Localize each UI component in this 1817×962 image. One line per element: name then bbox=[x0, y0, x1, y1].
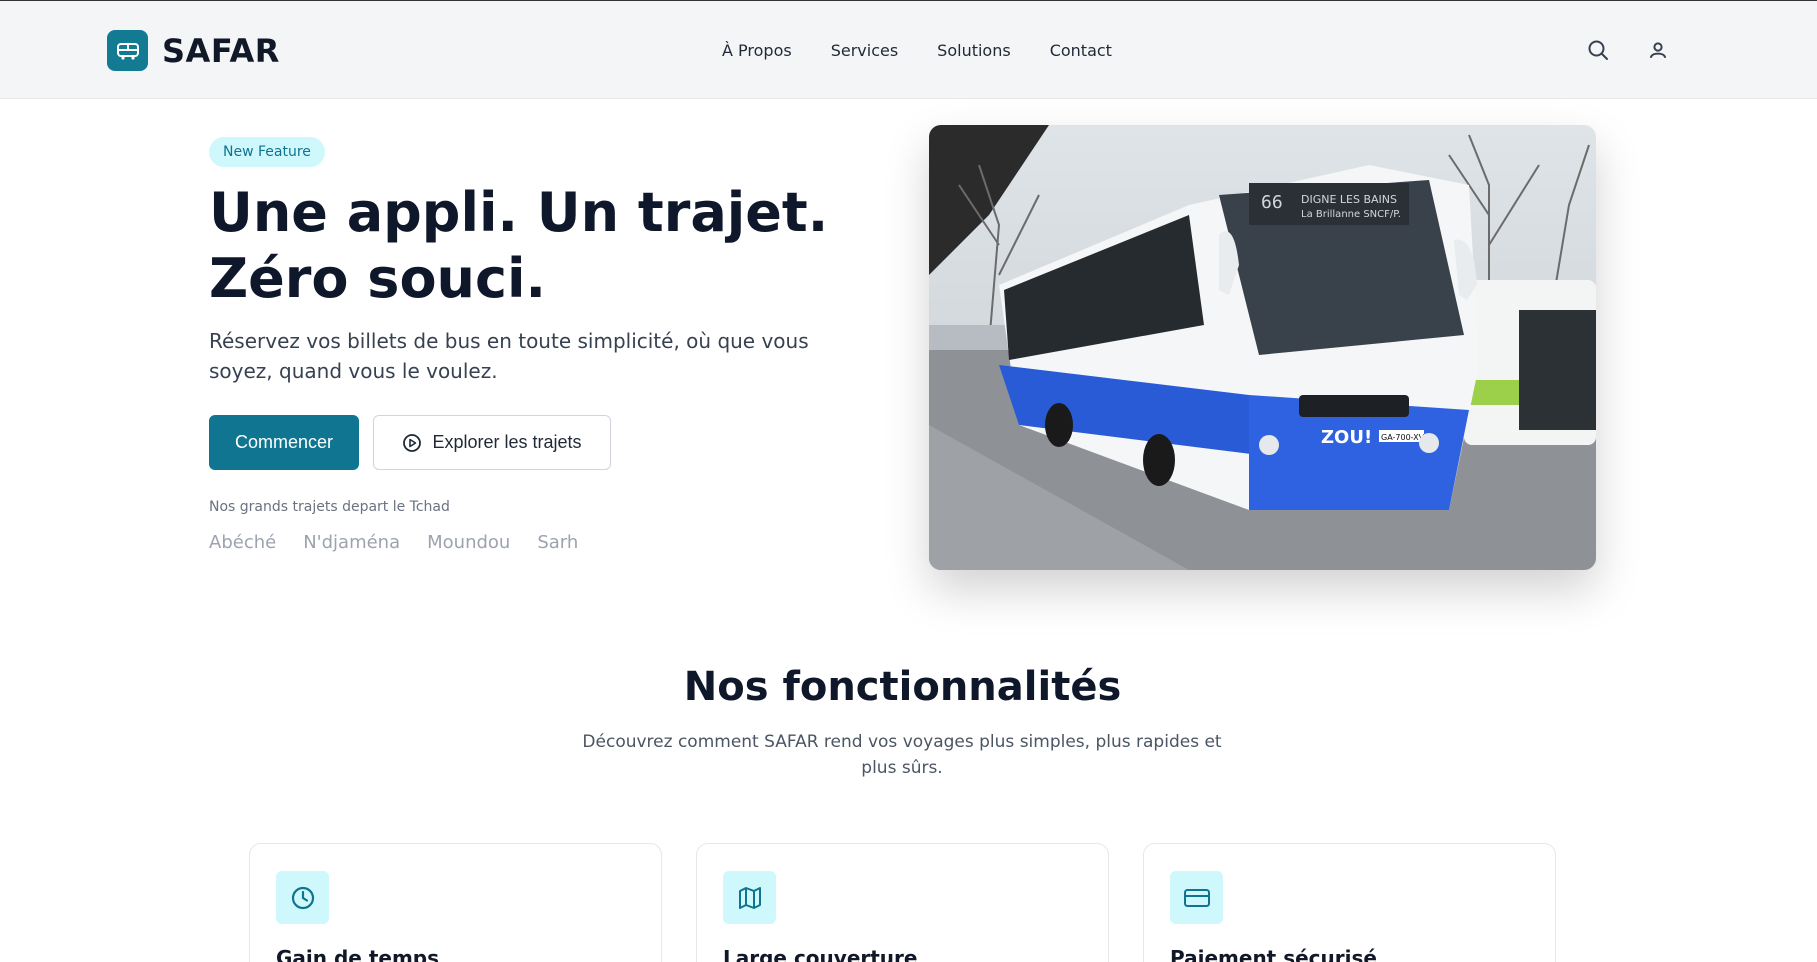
logo[interactable]: SAFAR bbox=[107, 30, 280, 71]
clock-icon bbox=[276, 871, 329, 924]
nav-link-solutions[interactable]: Solutions bbox=[937, 41, 1011, 60]
features-title: Nos fonctionnalités bbox=[683, 664, 1122, 710]
svg-text:La Brillanne SNCF/P.: La Brillanne SNCF/P. bbox=[1301, 209, 1401, 220]
user-icon[interactable] bbox=[1645, 37, 1671, 63]
feature-card-title: Gain de temps bbox=[276, 946, 439, 962]
hero-title: Une appli. Un trajet. Zéro souci. bbox=[209, 181, 829, 310]
svg-text:DIGNE LES BAINS: DIGNE LES BAINS bbox=[1301, 193, 1397, 206]
hero-subtitle: Réservez vos billets de bus en toute sim… bbox=[209, 329, 809, 383]
svg-text:ZOU!: ZOU! bbox=[1321, 427, 1372, 448]
route-item[interactable]: Abéché bbox=[209, 532, 276, 553]
site-header: SAFAR À Propos Services Solutions Contac… bbox=[0, 0, 1817, 99]
route-item[interactable]: Moundou bbox=[427, 532, 510, 553]
nav-link-services[interactable]: Services bbox=[831, 41, 898, 60]
features-subtitle: Découvrez comment SAFAR rend vos voyages… bbox=[582, 732, 1222, 778]
routes-label: Nos grands trajets depart le Tchad bbox=[209, 499, 450, 515]
play-circle-icon bbox=[402, 433, 422, 453]
feature-card-coverage: Large couverture bbox=[696, 843, 1109, 962]
route-item[interactable]: N'djaména bbox=[303, 532, 400, 553]
main-nav: À Propos Services Solutions Contact bbox=[722, 41, 1151, 60]
nav-link-a-propos[interactable]: À Propos bbox=[722, 41, 792, 60]
feature-card-title: Large couverture bbox=[723, 946, 918, 962]
route-item[interactable]: Sarh bbox=[537, 532, 578, 553]
brand-name: SAFAR bbox=[162, 31, 280, 70]
svg-text:GA-700-XV: GA-700-XV bbox=[1381, 433, 1425, 442]
explore-routes-label: Explorer les trajets bbox=[432, 432, 582, 452]
new-feature-badge: New Feature bbox=[209, 137, 325, 167]
search-icon[interactable] bbox=[1585, 37, 1611, 63]
bus-logo-icon bbox=[107, 30, 148, 71]
feature-card-time: Gain de temps bbox=[249, 843, 662, 962]
explore-routes-button[interactable]: Explorer les trajets bbox=[373, 415, 611, 470]
routes-list: Abéché N'djaména Moundou Sarh bbox=[209, 532, 605, 553]
start-button[interactable]: Commencer bbox=[209, 415, 359, 470]
hero-bus-image: 66 DIGNE LES BAINS La Brillanne SNCF/P. … bbox=[929, 125, 1596, 570]
map-icon bbox=[723, 871, 776, 924]
feature-card-payment: Paiement sécurisé bbox=[1143, 843, 1556, 962]
svg-text:66: 66 bbox=[1261, 192, 1283, 213]
nav-link-contact[interactable]: Contact bbox=[1050, 41, 1112, 60]
credit-card-icon bbox=[1170, 871, 1223, 924]
feature-card-title: Paiement sécurisé bbox=[1170, 946, 1377, 962]
